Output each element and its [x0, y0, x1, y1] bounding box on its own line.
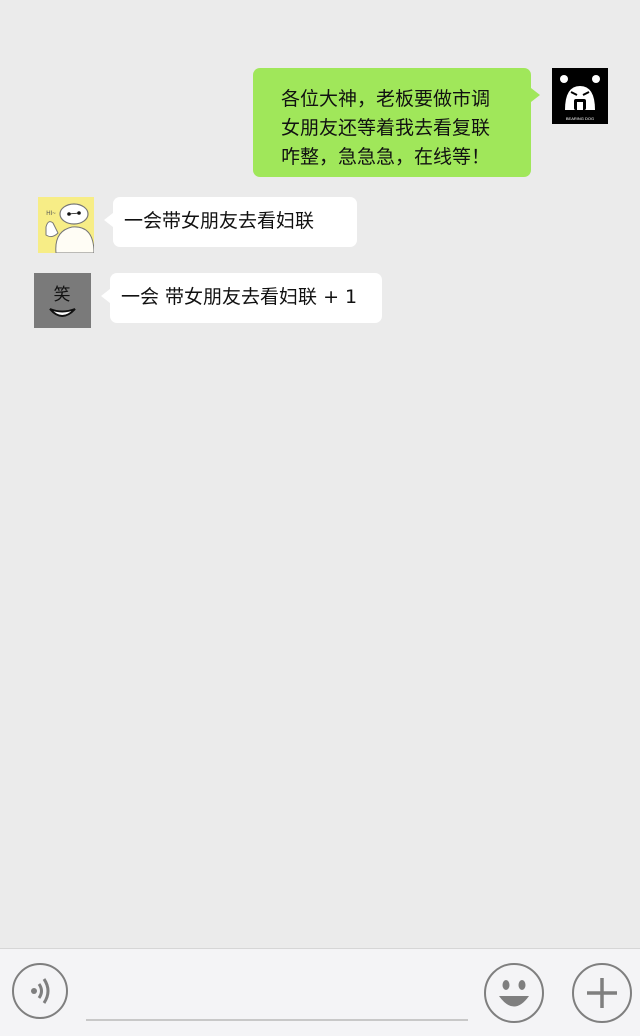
- message-input[interactable]: [86, 1019, 468, 1021]
- message-bubble[interactable]: 一会 带女朋友去看妇联 + 1: [101, 273, 382, 323]
- message-text: 各位大神，老板要做市调 女朋友还等着我去看复联 咋整，急急急，在线等！: [281, 88, 491, 168]
- contact-avatar[interactable]: 笑: [34, 273, 91, 328]
- message-text: 一会带女朋友去看妇联: [124, 210, 315, 232]
- voice-icon: [31, 978, 50, 1004]
- avatar-caption: BEARING DOG: [566, 116, 594, 121]
- input-bar: [0, 948, 640, 1036]
- laughing-face-avatar-icon: 笑: [34, 273, 91, 328]
- message-text: 一会 带女朋友去看妇联 + 1: [121, 286, 358, 308]
- avatar-caption: 笑: [54, 285, 71, 305]
- emoji-button[interactable]: [484, 963, 544, 1023]
- chat-area[interactable]: BEARING DOG 各位大神，老板要做市调 女朋友还等着我去看复联 咋整，急…: [0, 0, 640, 948]
- emoji-icon: [499, 980, 529, 1007]
- baymax-avatar-icon: HI~: [38, 197, 94, 253]
- voice-button[interactable]: [12, 963, 68, 1019]
- avatar-caption: HI~: [46, 211, 56, 217]
- contact-avatar[interactable]: HI~: [38, 197, 94, 253]
- my-avatar[interactable]: BEARING DOG: [552, 68, 608, 124]
- angry-bear-avatar-icon: BEARING DOG: [552, 68, 608, 124]
- message-bubble[interactable]: 各位大神，老板要做市调 女朋友还等着我去看复联 咋整，急急急，在线等！: [253, 68, 540, 177]
- message-bubble[interactable]: 一会带女朋友去看妇联: [104, 197, 357, 247]
- plus-button[interactable]: [572, 963, 632, 1023]
- plus-icon: [587, 978, 617, 1008]
